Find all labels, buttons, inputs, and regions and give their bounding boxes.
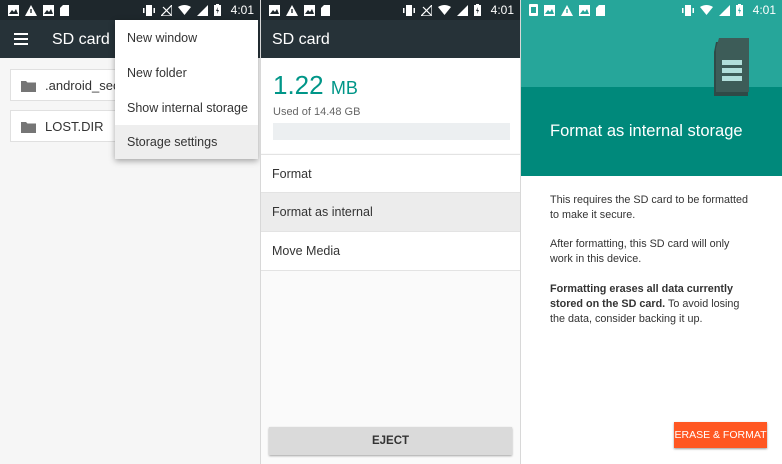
format-paragraph-3: Formatting erases all data currently sto…	[550, 282, 755, 327]
menu-item-new-window[interactable]: New window	[115, 21, 258, 55]
used-unit: MB	[330, 78, 358, 98]
folder-icon	[21, 81, 36, 92]
menu-item-storage-settings[interactable]: Storage settings	[115, 125, 258, 159]
option-format[interactable]: Format	[261, 154, 520, 193]
no-signal-icon	[160, 4, 172, 16]
image-notification-icon	[269, 4, 280, 16]
gallery-icon	[579, 4, 590, 16]
menu-item-show-internal-storage[interactable]: Show internal storage	[115, 91, 258, 125]
battery-charging-icon	[213, 4, 221, 16]
status-bar: 4:01	[0, 0, 260, 20]
format-panel: Format as internal storage 4:01 This req…	[521, 0, 782, 464]
cell-signal-icon	[456, 4, 468, 16]
status-time: 4:01	[490, 3, 514, 17]
warning-icon	[286, 4, 298, 16]
sd-card-illustration-icon	[714, 38, 749, 96]
battery-charging-icon	[735, 4, 743, 16]
format-paragraph-2: After formatting, this SD card will only…	[550, 238, 730, 265]
image-notification-icon	[544, 4, 555, 16]
option-format-as-internal[interactable]: Format as internal	[261, 193, 520, 232]
phone-icon	[529, 4, 538, 16]
status-time: 4:01	[230, 3, 254, 17]
eject-button[interactable]: EJECT	[269, 427, 512, 455]
vibrate-icon	[142, 4, 155, 16]
format-hero: Format as internal storage	[521, 0, 782, 176]
status-bar: 4:01	[521, 0, 782, 20]
used-value: 1.22	[273, 70, 324, 100]
wifi-icon	[437, 5, 451, 15]
image-notification-icon	[8, 4, 19, 16]
storage-toolbar: SD card	[261, 20, 520, 58]
status-bar: 4:01	[261, 0, 520, 20]
cell-signal-icon	[718, 4, 730, 16]
gallery-icon	[304, 4, 315, 16]
storage-usage-card: 1.22 MB Used of 14.48 GB	[261, 58, 520, 153]
vibrate-icon	[402, 4, 415, 16]
sd-card-icon	[596, 4, 605, 16]
sd-card-icon	[60, 4, 69, 16]
format-paragraph-1: This requires the SD card to be formatte…	[550, 194, 749, 221]
toolbar-title: SD card	[272, 31, 330, 48]
storage-panel: 4:01 SD card 1.22 MB Used of 14.48 GB Fo…	[261, 0, 520, 464]
sd-card-icon	[321, 4, 330, 16]
files-panel: 4:01 SD card .android_sec... LOST.DIR Ne…	[0, 0, 260, 464]
warning-icon	[561, 4, 573, 16]
usage-progress-bar	[273, 123, 510, 140]
toolbar-title: SD card	[52, 31, 110, 48]
used-amount: 1.22 MB	[273, 70, 358, 101]
menu-item-new-folder[interactable]: New folder	[115, 56, 258, 90]
hamburger-menu-icon[interactable]	[14, 33, 28, 45]
wifi-icon	[177, 5, 191, 15]
cell-signal-icon	[196, 4, 208, 16]
warning-icon	[25, 4, 37, 16]
list-item-label: LOST.DIR	[45, 119, 104, 134]
status-time: 4:01	[752, 3, 776, 17]
wifi-icon	[699, 5, 713, 15]
used-of-total: Used of 14.48 GB	[273, 106, 361, 118]
option-move-media[interactable]: Move Media	[261, 232, 520, 271]
erase-and-format-button[interactable]: ERASE & FORMAT	[674, 422, 767, 448]
overflow-menu: New window New folder Show internal stor…	[115, 20, 258, 159]
no-signal-icon	[420, 4, 432, 16]
format-title: Format as internal storage	[550, 122, 743, 140]
gallery-icon	[43, 4, 54, 16]
vibrate-icon	[681, 4, 694, 16]
folder-icon	[21, 122, 36, 133]
battery-charging-icon	[473, 4, 481, 16]
